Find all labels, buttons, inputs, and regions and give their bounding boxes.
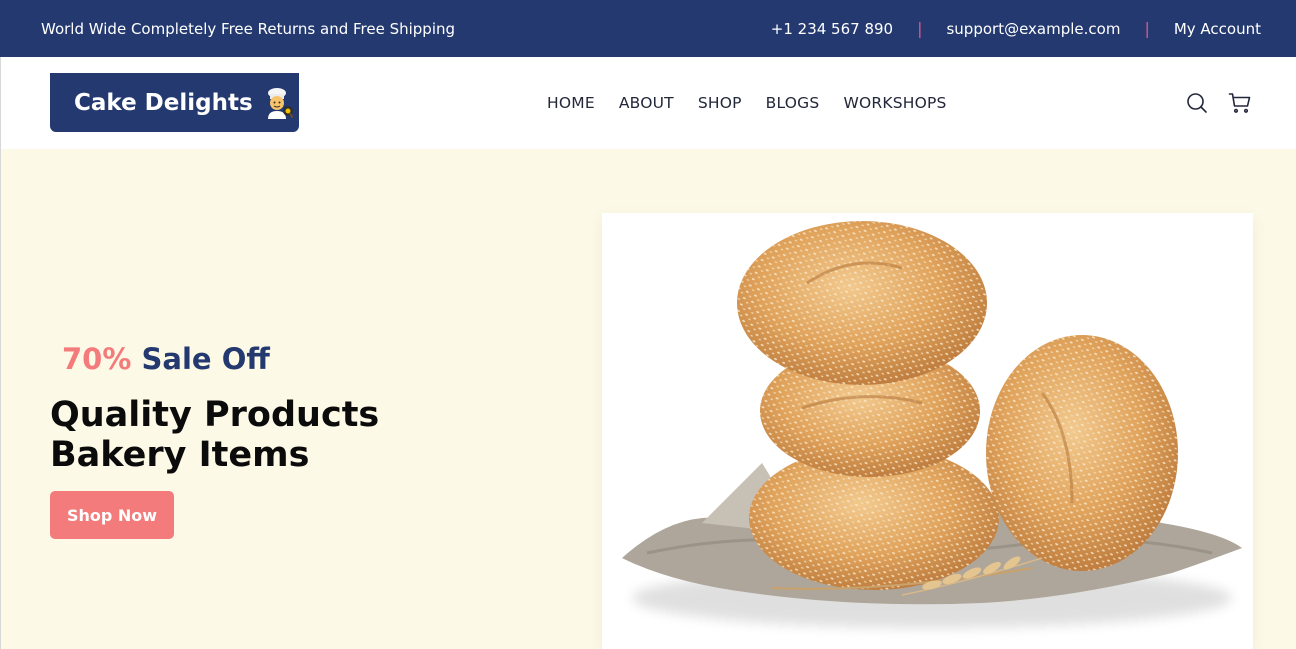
logo-text: Cake Delights [74, 89, 253, 116]
page: World Wide Completely Free Returns and F… [0, 0, 1296, 649]
headline-line-2: Bakery Items [50, 435, 310, 475]
promo-text: World Wide Completely Free Returns and F… [41, 19, 456, 38]
top-bar: World Wide Completely Free Returns and F… [0, 0, 1296, 57]
nav-shop[interactable]: SHOP [698, 94, 742, 112]
logo[interactable]: Cake Delights [50, 73, 299, 132]
sale-heading: 70% Sale Off [62, 342, 270, 376]
nav-workshops[interactable]: WORKSHOPS [843, 94, 946, 112]
search-icon[interactable] [1185, 91, 1209, 115]
header-actions [1185, 91, 1252, 115]
main-nav: HOME ABOUT SHOP BLOGS WORKSHOPS [547, 57, 971, 149]
site-header: Cake Delights HOME ABOUT SHOP BLOGS WORK… [0, 57, 1296, 149]
separator: | [917, 19, 923, 38]
headline-line-1: Quality Products [50, 395, 380, 435]
hero-headline: Quality Products Bakery Items [50, 395, 379, 475]
sale-text: Sale Off [141, 342, 270, 376]
top-bar-contacts: +1 234 567 890 | support@example.com | M… [771, 19, 1261, 38]
phone-link[interactable]: +1 234 567 890 [771, 20, 893, 38]
cart-icon[interactable] [1228, 91, 1252, 115]
nav-blogs[interactable]: BLOGS [766, 94, 820, 112]
nav-about[interactable]: ABOUT [619, 94, 674, 112]
hero-banner: 70% Sale Off Quality Products Bakery Ite… [0, 149, 1296, 649]
email-link[interactable]: support@example.com [946, 20, 1120, 38]
product-image-card [602, 213, 1253, 649]
sale-percent: 70% [62, 342, 132, 376]
shop-now-button[interactable]: Shop Now [50, 491, 174, 539]
nav-home[interactable]: HOME [547, 94, 595, 112]
cook-emoji-icon [263, 87, 295, 119]
separator: | [1144, 19, 1150, 38]
my-account-link[interactable]: My Account [1174, 20, 1261, 38]
sesame-bread-rolls-image [622, 221, 1242, 628]
